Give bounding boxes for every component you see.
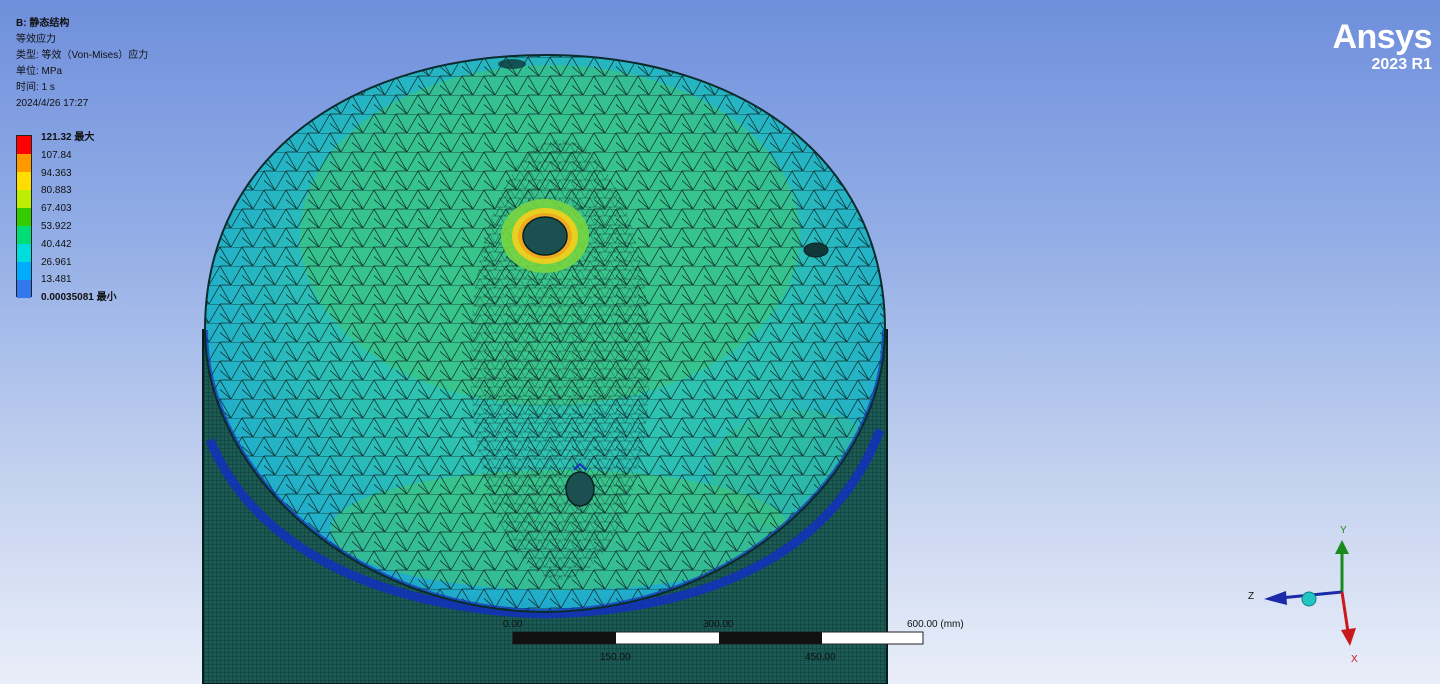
y-axis-label: Y [1340, 525, 1347, 536]
x-axis-label: X [1351, 654, 1358, 665]
triad-origin-icon [1301, 591, 1317, 607]
scale-label-0: 0.00 [503, 619, 523, 630]
graphics-viewport[interactable]: B: 静态结构 等效应力 类型: 等效（Von-Mises）应力 单位: MPa… [0, 0, 1440, 684]
scale-label-600: 600.00 (mm) [907, 619, 964, 630]
z-arrow-icon [1264, 591, 1287, 605]
scale-label-300: 300.00 [703, 619, 734, 630]
x-arrow-icon [1341, 628, 1356, 646]
coordinate-triad[interactable]: Y Z X [1240, 520, 1380, 670]
scale-label-450: 450.00 [805, 652, 836, 663]
scale-bar [512, 631, 924, 645]
z-axis-label: Z [1248, 591, 1254, 602]
y-arrow-icon [1335, 540, 1349, 554]
x-axis [1340, 591, 1350, 633]
scale-label-150: 150.00 [600, 652, 631, 663]
